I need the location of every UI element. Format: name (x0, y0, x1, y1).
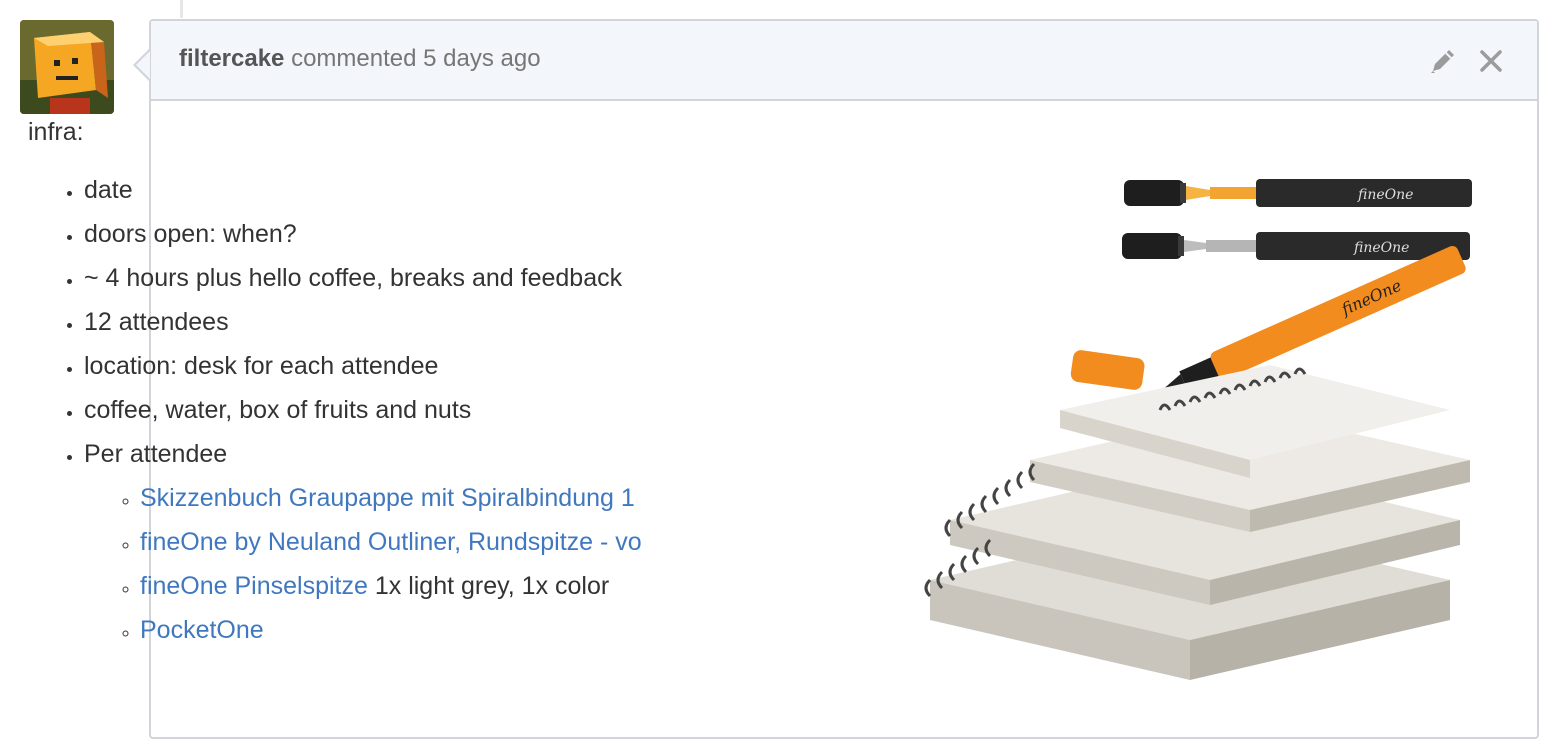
sketchbook-image (924, 365, 1470, 680)
intro-text: infra: (28, 118, 84, 146)
list-item: coffee, water, box of fruits and nuts (84, 388, 642, 432)
list-item: doors open: when? (84, 212, 642, 256)
list-item: location: desk for each attendee (84, 344, 642, 388)
sub-list-item: PocketOne (140, 608, 642, 652)
sub-list-item: fineOne Pinselspitze 1x light grey, 1x c… (140, 564, 642, 608)
list-item: date (84, 168, 642, 212)
pencil-icon[interactable] (1427, 45, 1459, 77)
product-image: fineOne fineOne fineOne (890, 160, 1490, 720)
svg-text:fineOne: fineOne (1353, 240, 1409, 256)
sub-list-item: fineOne by Neuland Outliner, Rundspitze … (140, 520, 642, 564)
item-note: 1x light grey, 1x color (367, 572, 610, 600)
close-icon[interactable] (1475, 45, 1507, 77)
comment-action: commented (291, 45, 417, 72)
timeline-line (180, 0, 183, 18)
list-item: ~ 4 hours plus hello coffee, breaks and … (84, 256, 642, 300)
avatar-image (20, 20, 114, 114)
comment-timestamp[interactable]: 5 days ago (423, 45, 540, 72)
svg-text:fineOne: fineOne (1357, 187, 1413, 203)
list-item-per-attendee: Per attendee Skizzenbuch Graupappe mit S… (84, 432, 642, 652)
author-link[interactable]: filtercake (179, 45, 284, 72)
pen-image: fineOne (1122, 232, 1470, 260)
comment-meta: filtercake commented 5 days ago (179, 45, 541, 73)
avatar[interactable] (20, 20, 114, 114)
sub-list-item: Skizzenbuch Graupappe mit Spiralbindung … (140, 476, 642, 520)
comment-body: infra: date doors open: when? ~ 4 hours … (28, 110, 642, 652)
item-link[interactable]: PocketOne (140, 616, 264, 644)
comment-header: filtercake commented 5 days ago (151, 21, 1537, 101)
list-item: 12 attendees (84, 300, 642, 344)
item-link[interactable]: fineOne Pinselspitze (140, 572, 368, 600)
sub-list: Skizzenbuch Graupappe mit Spiralbindung … (84, 476, 642, 652)
pen-image: fineOne (1124, 179, 1472, 207)
item-link[interactable]: Skizzenbuch Graupappe mit Spiralbindung … (140, 484, 635, 512)
item-link[interactable]: fineOne by Neuland Outliner, Rundspitze … (140, 528, 642, 556)
main-list: date doors open: when? ~ 4 hours plus he… (28, 168, 642, 652)
list-item-label: Per attendee (84, 440, 228, 468)
